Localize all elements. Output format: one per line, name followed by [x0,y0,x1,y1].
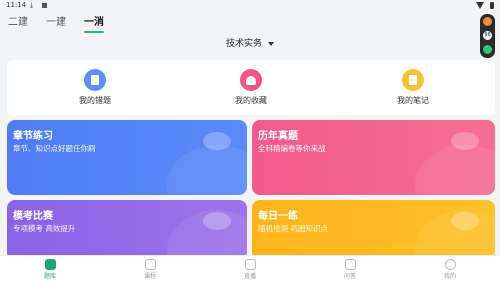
wifi-icon [476,2,484,9]
decoration-blob [203,132,231,150]
card-subtitle: 全科精编卷等你来战 [258,144,326,153]
wrong-questions-icon [84,69,106,91]
live-icon [244,259,256,270]
quick-action-label: 我的收藏 [235,96,267,105]
chapter-practice-card[interactable]: 章节练习 章节、知识点好题任你刷 [7,120,247,195]
card-title: 章节练习 [13,131,53,142]
my-favorites[interactable]: 我的收藏 [191,60,311,106]
widget-app-icon [483,17,492,26]
decoration-blob [451,212,479,230]
nav-question-bank[interactable]: 题库 [20,259,80,280]
tab-yixiao[interactable]: 一消 [84,13,104,33]
daily-practice-card[interactable]: 每日一练 随机检测 巩固知识点 [252,200,495,260]
quick-actions-panel: 我的错题 我的收藏 我的笔记 [7,60,495,115]
my-wrong-questions[interactable]: 我的错题 [35,60,155,106]
notes-icon [402,69,424,91]
download-icon: ⤓ [30,1,34,9]
nav-profile[interactable]: 我的 [420,259,480,280]
card-title: 每日一练 [258,211,298,222]
card-subtitle: 章节、知识点好题任你刷 [13,144,96,153]
notification-icon [42,3,47,8]
nav-qa[interactable]: 问答 [320,259,380,280]
subject-label: 技术实务 [225,39,262,49]
status-bar: 11:14 ⤓ [0,0,500,12]
question-bank-icon [44,259,56,270]
favorites-icon [240,69,262,91]
mock-contest-card[interactable]: 模考比赛 专项模考 高效提升 [7,200,247,260]
tab-erjian[interactable]: 二建 [8,13,28,29]
subject-selector[interactable]: 技术实务 [0,36,500,49]
widget-score-badge: 96 [483,31,492,40]
nav-courses[interactable]: 课程 [120,259,180,280]
decoration-blob [203,212,231,230]
courses-icon [144,259,156,270]
battery-icon [490,2,494,9]
profile-icon [444,259,456,270]
decoration-blob [451,132,479,150]
caret-down-icon [268,41,274,46]
quick-action-label: 我的笔记 [397,96,429,105]
floating-widget[interactable]: 96 [480,14,495,58]
card-subtitle: 专项模考 高效提升 [13,224,76,233]
card-title: 模考比赛 [13,211,53,222]
bottom-navigation: 题库 课程 直播 问答 我的 [0,255,500,281]
card-title: 历年真题 [258,131,298,142]
exam-tabs: 二建 一建 一消 [8,13,122,33]
status-time: 11:14 [6,1,27,9]
qa-icon [344,259,356,270]
card-subtitle: 随机检测 巩固知识点 [258,224,328,233]
my-notes[interactable]: 我的笔记 [353,60,473,106]
widget-status-icon [483,45,492,54]
past-exams-card[interactable]: 历年真题 全科精编卷等你来战 [252,120,495,195]
nav-live[interactable]: 直播 [220,259,280,280]
tab-yijian[interactable]: 一建 [46,13,66,29]
quick-action-label: 我的错题 [79,96,111,105]
